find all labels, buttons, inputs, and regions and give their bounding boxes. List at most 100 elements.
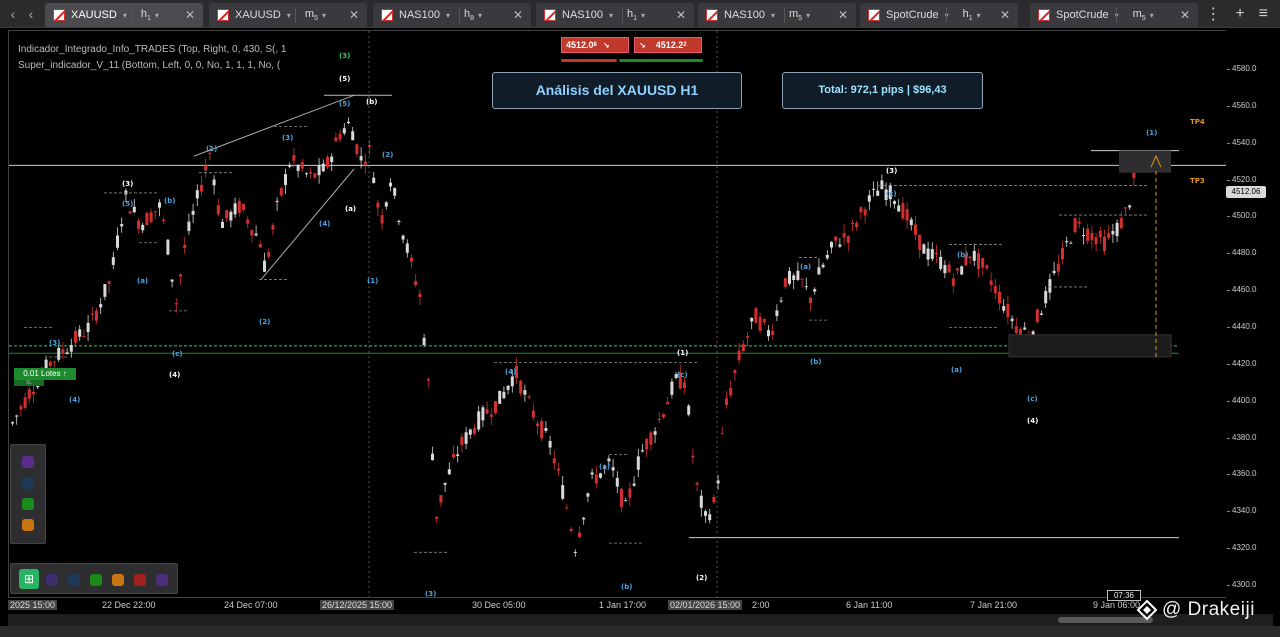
tab-xauusd-h1[interactable]: XAUUSD ▾ h1 ▾ ✕ (45, 3, 203, 27)
close-tab-icon[interactable]: ✕ (1180, 8, 1190, 22)
bearish-candle (494, 401, 497, 414)
close-tab-icon[interactable]: ✕ (838, 8, 848, 22)
wave-label: (c) (677, 371, 688, 379)
stop-loss-tag[interactable]: SL (14, 380, 44, 386)
bearish-candle (1077, 221, 1081, 224)
more-tabs-icon[interactable]: ⋮ (1205, 4, 1221, 24)
tab-nas100-h1[interactable]: NAS100 ▾ h1 ▾ ✕ (536, 3, 694, 27)
close-tab-icon[interactable]: ✕ (676, 8, 686, 22)
bullish-candle (502, 391, 506, 399)
current-price-tag: 4512.06 (1226, 186, 1266, 198)
bullish-candle (708, 514, 712, 521)
timeframe-dropdown-icon[interactable]: ▾ (155, 11, 159, 20)
close-tab-icon[interactable]: ✕ (349, 8, 359, 22)
bullish-candle (351, 131, 355, 141)
palette-color-swatch[interactable] (22, 519, 34, 531)
bullish-candle (607, 458, 611, 462)
sell-button[interactable]: 4512.0 8 ↘ (561, 37, 629, 53)
price-tick: 4300.0 (1226, 580, 1257, 589)
bullish-candle (817, 267, 821, 275)
bullish-candle (653, 431, 657, 435)
bearish-candle (649, 432, 653, 445)
wave-label: (b) (366, 98, 377, 106)
bullish-candle (636, 456, 640, 470)
tab-nas100-m5[interactable]: NAS100 ▾ m5 ▾ ✕ (698, 3, 856, 27)
bullish-candle (1052, 270, 1056, 274)
bearish-candle (95, 310, 98, 321)
timeframe-dropdown-icon[interactable]: ▾ (641, 11, 645, 20)
price-axis[interactable]: 4580.0 4560.0 4540.0 4520.0 4500.0 4480.0 4460… (1226, 30, 1280, 598)
indicator-item[interactable]: Super_indicador_V_11 (Bottom, Left, 0, 0… (18, 58, 287, 74)
tab-xauusd-m5[interactable]: XAUUSD ▾ m5 ▾ ✕ (209, 3, 367, 27)
target-zone (1119, 150, 1171, 173)
timeframe-dropdown-icon[interactable]: ▾ (806, 11, 810, 20)
bearish-candle (985, 265, 989, 269)
timeframe-dropdown-icon[interactable]: ▾ (322, 11, 326, 20)
bullish-candle (464, 432, 468, 444)
tab-spotcrude-h1[interactable]: SpotCrude▾h1▾✕ (860, 3, 1018, 27)
app-icon[interactable]: ⊞ (19, 569, 39, 589)
time-axis[interactable]: 2025 15:00 22 Dec 22:00 24 Dec 07:00 26/12/… (8, 598, 1233, 612)
tool-color-swatch[interactable] (46, 574, 58, 586)
lot-size-tag[interactable]: 0.01 Lotes ↑ (14, 368, 76, 380)
bearish-candle (645, 438, 649, 450)
palette-color-swatch[interactable] (22, 456, 34, 468)
wave-label: (a) (345, 205, 356, 213)
bearish-candle (1103, 236, 1106, 252)
buy-button[interactable]: ↘ 4512.2 2 (634, 37, 702, 53)
wave-label: (1) (1146, 129, 1157, 137)
bearish-candle (452, 454, 455, 458)
palette-color-swatch[interactable] (22, 477, 34, 489)
symbol-dropdown-icon[interactable]: ▾ (123, 11, 127, 20)
horizontal-scrollbar[interactable] (8, 614, 1273, 626)
price-chart[interactable]: (3) (5) (5) (b) (3) (5) (b) (1) (3) (2) (a) (4) (2) (… (9, 31, 1234, 599)
close-tab-icon[interactable]: ✕ (1000, 8, 1010, 22)
bullish-candle (796, 270, 800, 280)
price-tick: 4520.0 (1226, 174, 1257, 184)
bullish-candle (317, 165, 321, 176)
wave-label: (5) (122, 200, 133, 208)
symbol-dropdown-icon[interactable]: ▾ (287, 11, 291, 20)
indicator-item[interactable]: Indicador_Integrado_Info_TRADES (Top, Ri… (18, 42, 287, 58)
tool-color-swatch[interactable] (134, 574, 146, 586)
tool-color-swatch[interactable] (90, 574, 102, 586)
tab-timeframe-unit: m (1132, 7, 1142, 20)
tab-timeframe-unit: m (304, 7, 315, 20)
tab-spotcrude-m5[interactable]: SpotCrude▾m5▾✕ (1030, 3, 1198, 27)
close-tab-icon[interactable]: ✕ (185, 8, 195, 22)
scroll-tabs-left-2-icon[interactable]: ‹ (22, 0, 40, 28)
wave-label: (c) (886, 190, 897, 198)
bullish-candle (582, 517, 586, 520)
wave-label: (1) (206, 145, 217, 153)
add-tab-icon[interactable]: + (1235, 5, 1244, 23)
bullish-candle (1048, 279, 1052, 293)
symbol-dropdown-icon[interactable]: ▾ (609, 11, 613, 20)
timeframe-dropdown-icon[interactable]: ▾ (977, 11, 981, 20)
symbol-dropdown-icon[interactable]: ▾ (446, 11, 450, 20)
tool-color-swatch[interactable] (112, 574, 124, 586)
tool-color-swatch[interactable] (68, 574, 80, 586)
tab-nas100-h8[interactable]: NAS100 ▾ h8 ▾ ✕ (373, 3, 531, 27)
timeframe-dropdown-icon[interactable]: ▾ (1150, 11, 1154, 20)
buy-price-sup: 2 (683, 42, 687, 48)
tool-palette: ⊞ (10, 563, 178, 594)
chart-area[interactable]: (3) (5) (5) (b) (3) (5) (b) (1) (3) (2) (a) (4) (2) (… (8, 30, 1234, 599)
wave-label: (3) (425, 590, 436, 598)
close-tab-icon[interactable]: ✕ (513, 8, 523, 22)
bullish-candle (939, 256, 943, 269)
bullish-candle (1040, 313, 1043, 315)
price-tick: 4480.0 (1226, 248, 1257, 258)
palette-color-swatch[interactable] (22, 498, 34, 510)
bullish-candle (1115, 222, 1119, 237)
symbol-dropdown-icon[interactable]: ▾ (771, 11, 775, 20)
price-tick: 4380.0 (1226, 432, 1257, 442)
time-tick: 9 Jan 06:00 (1093, 600, 1141, 610)
timeframe-dropdown-icon[interactable]: ▾ (478, 11, 482, 20)
tabs-menu-icon[interactable]: ≡ (1259, 5, 1268, 23)
bullish-candle (544, 428, 548, 431)
symbol-flag-icon (53, 9, 65, 21)
bullish-candle (838, 244, 842, 247)
scroll-tabs-left-icon[interactable]: ‹ (4, 0, 22, 28)
tool-color-swatch[interactable] (156, 574, 168, 586)
bearish-candle (258, 244, 262, 248)
